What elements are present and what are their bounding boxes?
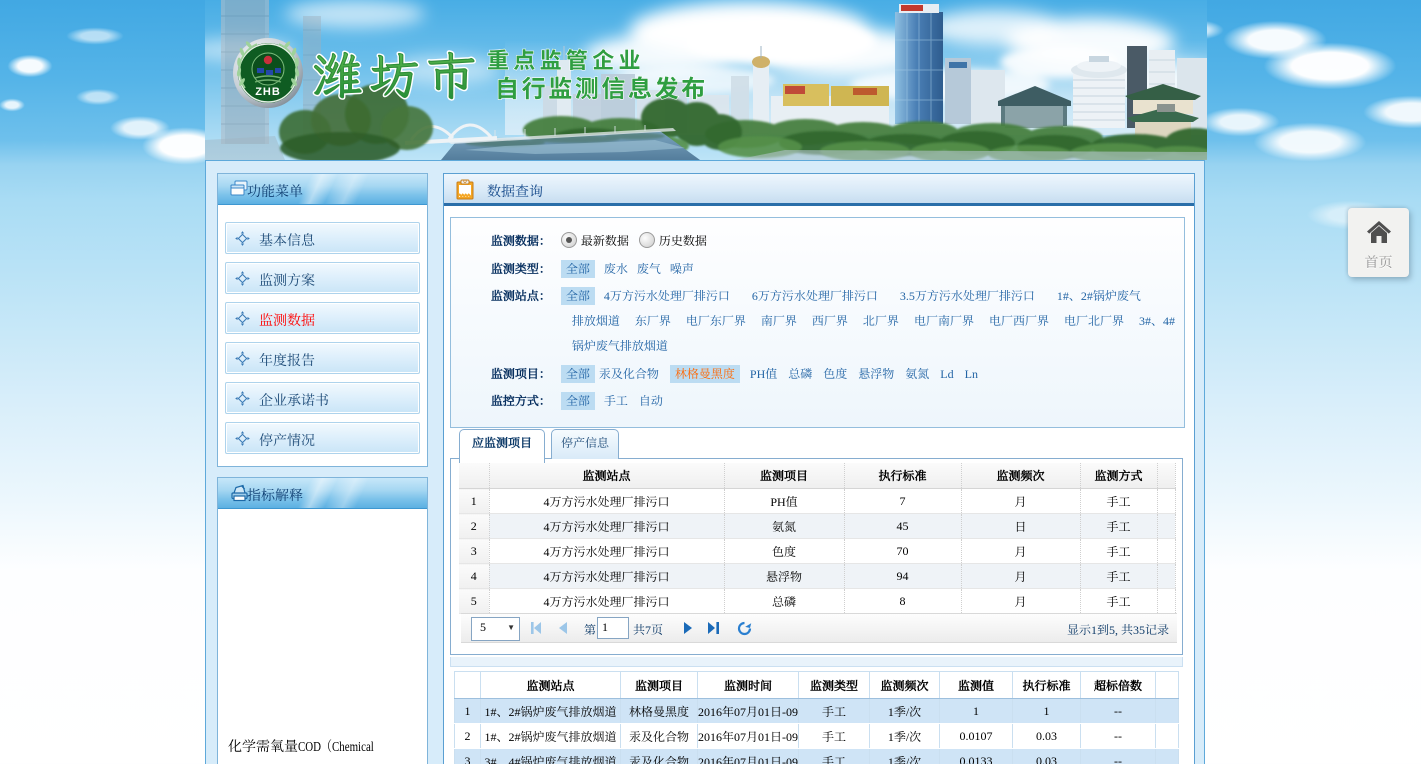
svg-text:潍坊市: 潍坊市 — [312, 42, 483, 108]
svg-text:ZHB: ZHB — [255, 86, 281, 98]
svg-text:自行监测信息发布: 自行监测信息发布 — [495, 69, 708, 104]
